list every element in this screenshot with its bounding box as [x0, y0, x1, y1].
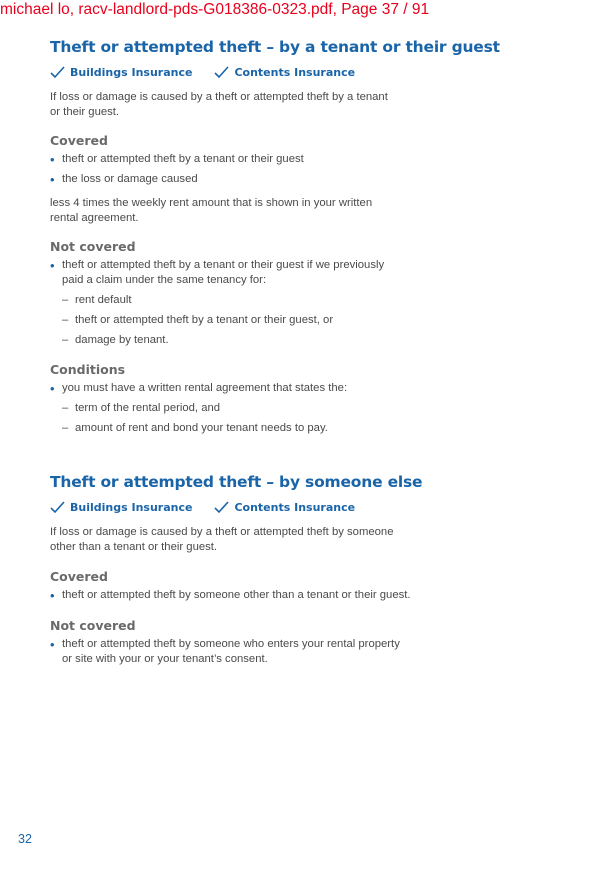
not-covered-heading: Not covered [50, 239, 136, 254]
note-line: rental agreement. [50, 212, 139, 224]
intro-text: If loss or damage is caused by a theft o… [50, 525, 470, 555]
item-line: paid a claim under the same tenancy for: [62, 274, 267, 286]
conditions-sublist: term of the rental period, and amount of… [50, 401, 470, 436]
covered-note: less 4 times the weekly rent amount that… [50, 196, 470, 226]
item-line: theft or attempted theft by someone who … [62, 638, 400, 650]
item-line: or site with your or your tenant’s conse… [62, 653, 268, 665]
cover-label: Contents Insurance [234, 500, 356, 514]
intro-line: If loss or damage is caused by a theft o… [50, 91, 388, 103]
sub-list-item: damage by tenant. [50, 333, 470, 348]
applicable-covers: Buildings Insurance Contents Insurance [50, 499, 470, 515]
cover-contents: Contents Insurance [214, 66, 355, 79]
list-item: theft or attempted theft by someone who … [50, 637, 470, 667]
list-item: theft or attempted theft by someone othe… [50, 588, 470, 603]
page-number: 32 [18, 832, 32, 846]
not-covered-heading: Not covered [50, 618, 136, 633]
intro-line: If loss or damage is caused by a theft o… [50, 526, 394, 538]
list-item: theft or attempted theft by a tenant or … [50, 152, 470, 167]
list-item: the loss or damage caused [50, 172, 470, 187]
check-icon [214, 500, 230, 513]
cover-label: Contents Insurance [234, 65, 356, 79]
list-item: theft or attempted theft by a tenant or … [50, 258, 470, 288]
applicable-covers: Buildings Insurance Contents Insurance [50, 64, 470, 80]
not-covered-list: theft or attempted theft by someone who … [50, 637, 470, 667]
check-icon [214, 65, 230, 78]
section-theft-by-someone-else: Theft or attempted theft – by someone el… [50, 473, 470, 667]
check-icon [50, 500, 65, 513]
cover-buildings: Buildings Insurance [50, 501, 192, 514]
conditions-heading: Conditions [50, 362, 126, 377]
covered-list: theft or attempted theft by a tenant or … [50, 152, 470, 187]
check-icon [50, 65, 65, 78]
covered-list: theft or attempted theft by someone othe… [50, 588, 470, 603]
section-theft-by-tenant: Theft or attempted theft – by a tenant o… [50, 38, 500, 436]
sub-list-item: term of the rental period, and [50, 401, 470, 416]
cover-buildings: Buildings Insurance [50, 66, 192, 79]
not-covered-list: theft or attempted theft by a tenant or … [50, 258, 470, 288]
not-covered-sublist: rent default theft or attempted theft by… [50, 293, 470, 348]
item-line: theft or attempted theft by a tenant or … [62, 259, 385, 271]
list-item: you must have a written rental agreement… [50, 381, 470, 396]
conditions-list: you must have a written rental agreement… [50, 381, 470, 396]
sub-list-item: theft or attempted theft by a tenant or … [50, 313, 470, 328]
cover-label: Buildings Insurance [70, 500, 193, 514]
covered-heading: Covered [50, 569, 108, 584]
intro-line: other than a tenant or their guest. [50, 541, 218, 553]
intro-text: If loss or damage is caused by a theft o… [50, 90, 470, 120]
cover-contents: Contents Insurance [214, 501, 355, 514]
pdf-watermark: michael lo, racv-landlord-pds-G018386-03… [0, 1, 430, 18]
sub-list-item: amount of rent and bond your tenant need… [50, 421, 470, 436]
sub-list-item: rent default [50, 293, 470, 308]
cover-label: Buildings Insurance [70, 65, 193, 79]
section-title: Theft or attempted theft – by a tenant o… [50, 38, 500, 56]
covered-heading: Covered [50, 133, 108, 148]
section-title: Theft or attempted theft – by someone el… [50, 473, 423, 491]
intro-line: or their guest. [50, 106, 120, 118]
note-line: less 4 times the weekly rent amount that… [50, 197, 373, 209]
